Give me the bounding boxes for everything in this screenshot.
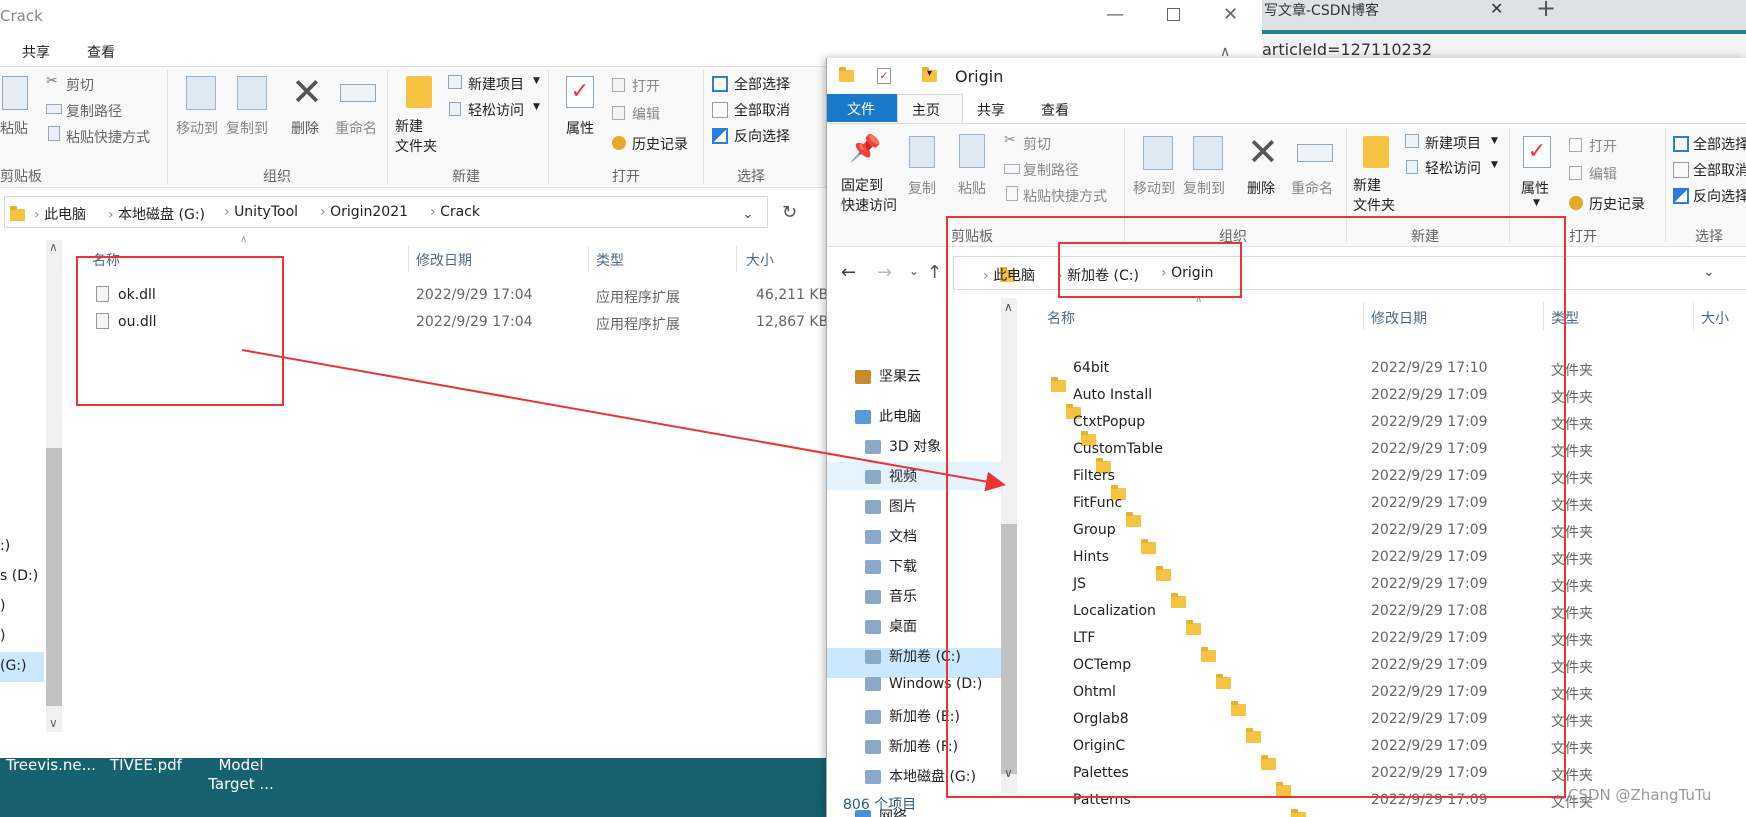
annotation-arrow [241,349,1006,492]
watermark: CSDN @ZhangTuTu [1568,786,1712,804]
